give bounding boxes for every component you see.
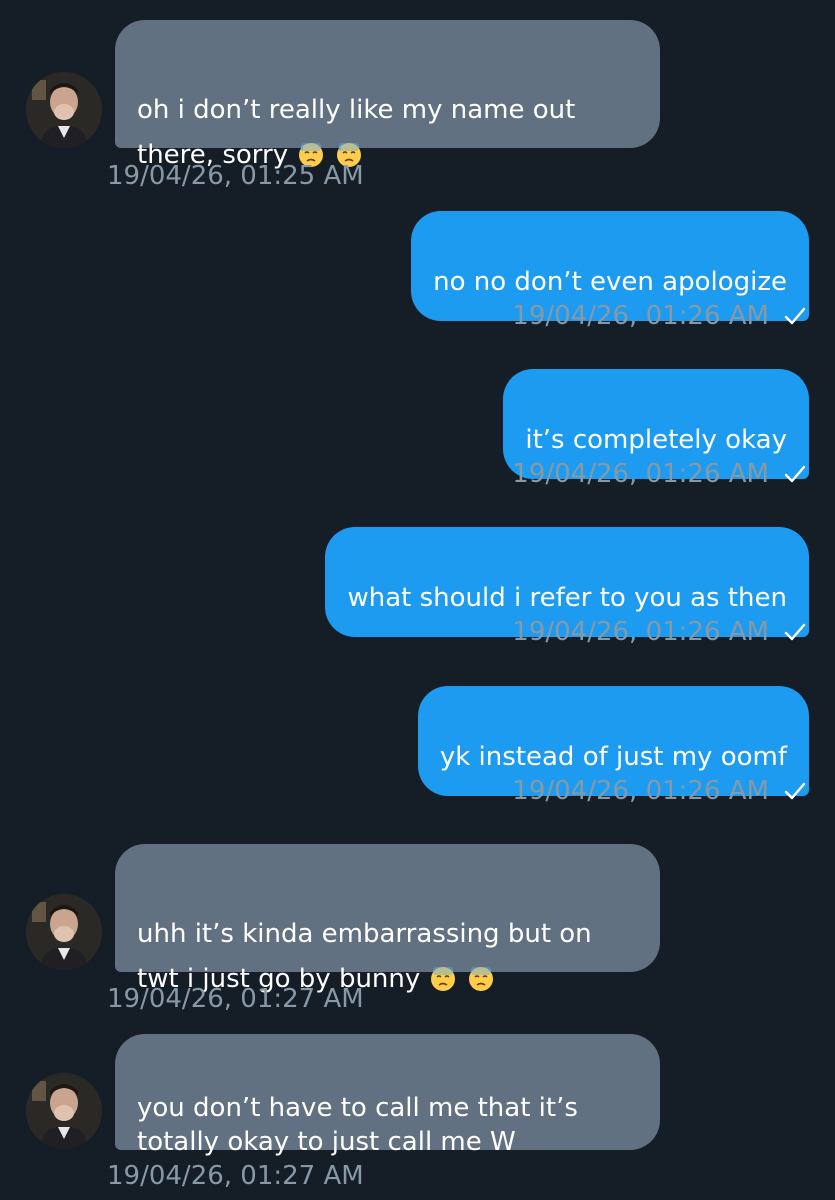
message-bubble-incoming[interactable]: uhh it’s kinda embarrassing but on twt i… [115,844,660,994]
sweat-emoji-icon [469,967,494,991]
message-text: it’s completely okay [525,425,787,455]
sweat-emoji-icon [431,967,456,991]
message-text: no no don’t even apologize [433,267,787,297]
message-text: yk instead of just my oomf [439,742,787,772]
message-timestamp: 19/04/26, 01:27 AM [107,984,364,1014]
message-timestamp: 19/04/26, 01:25 AM [107,161,364,191]
dm-thread: oh i don’t really like my name out there… [0,0,835,1200]
sent-check-icon [784,782,806,800]
message-timestamp: 19/04/26, 01:26 AM [512,459,769,489]
message-timestamp-row: 19/04/26, 01:26 AM [512,616,807,648]
sent-check-icon [784,465,806,483]
sent-check-icon [784,307,806,325]
message-timestamp-row: 19/04/26, 01:26 AM [512,300,807,332]
message-timestamp: 19/04/26, 01:27 AM [107,1161,364,1191]
message-timestamp-row: 19/04/26, 01:26 AM [512,775,807,807]
message-timestamp: 19/04/26, 01:26 AM [512,301,769,331]
avatar[interactable] [26,72,102,148]
message-timestamp-row: 19/04/26, 01:26 AM [512,458,807,490]
message-bubble-incoming[interactable]: you don’t have to call me that it’s tota… [115,1034,660,1157]
message-timestamp: 19/04/26, 01:26 AM [512,776,769,806]
avatar[interactable] [26,894,102,970]
message-bubble-incoming[interactable]: oh i don’t really like my name out there… [115,20,660,170]
message-text: you don’t have to call me that it’s tota… [137,1093,578,1157]
avatar[interactable] [26,1073,102,1149]
sent-check-icon [784,623,806,641]
message-timestamp: 19/04/26, 01:26 AM [512,617,769,647]
message-text: what should i refer to you as then [347,583,787,613]
